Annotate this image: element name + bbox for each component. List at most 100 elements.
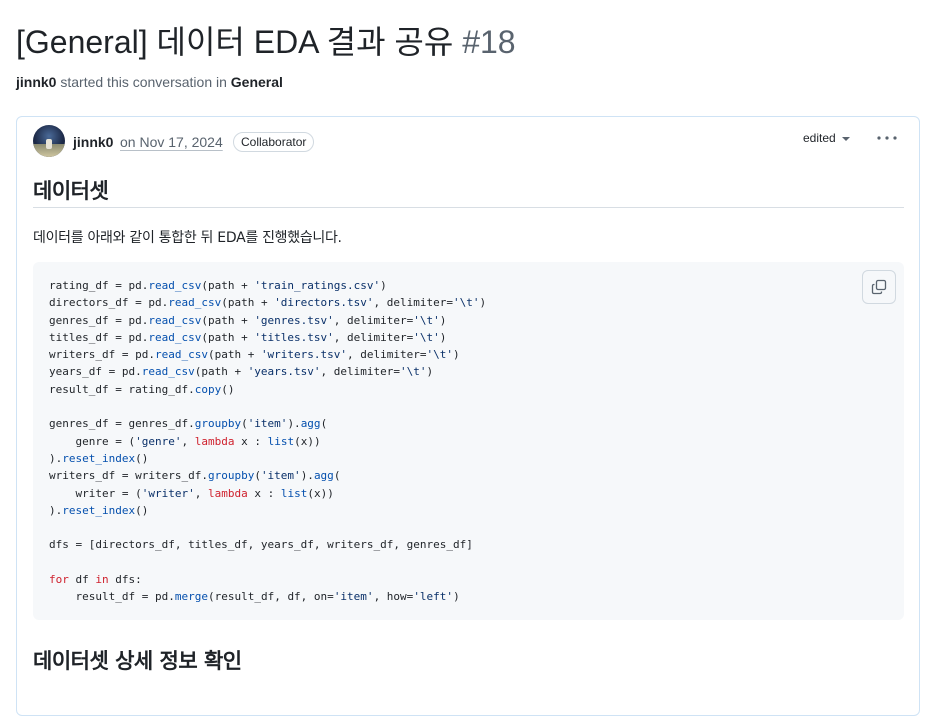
code-token: rating_df = pd. [49, 279, 149, 292]
code-token: ) [453, 590, 460, 604]
byline-text: started this conversation in [56, 74, 231, 90]
code-line: result_df = rating_df.copy() [49, 381, 486, 398]
code-block: rating_df = pd.read_csv(path + 'train_ra… [33, 262, 904, 620]
edited-dropdown[interactable]: edited [803, 131, 850, 145]
code-token: ( [254, 469, 261, 483]
code-token: list [267, 434, 295, 448]
code-token: ) [453, 348, 460, 362]
code-token: , delimiter= [333, 330, 414, 344]
code-line: genre = ('genre', lambda x : list(x)) [49, 433, 486, 450]
code-token: df [68, 573, 96, 587]
code-token: () [221, 382, 235, 396]
code-token: ( [241, 417, 248, 431]
code-token: lambda [207, 486, 248, 500]
code-token: merge [174, 590, 208, 604]
code-token: , delimiter= [373, 296, 454, 310]
section-heading-dataset: 데이터셋 [33, 179, 109, 203]
post-date-link[interactable]: on Nov 17, 2024 [120, 134, 223, 150]
code-token: list [280, 486, 308, 500]
code-token: ). [287, 417, 301, 431]
code-token: () [135, 451, 149, 465]
code-token: , [181, 434, 195, 448]
byline-user-link[interactable]: jinnk0 [16, 74, 56, 90]
code-token: groupby [194, 417, 242, 431]
more-options-button[interactable] [873, 128, 901, 148]
avatar[interactable] [33, 125, 65, 157]
code-token: 'years.tsv' [247, 365, 321, 379]
code-content[interactable]: rating_df = pd.read_csv(path + 'train_ra… [49, 277, 486, 606]
copy-code-button[interactable] [862, 270, 896, 304]
code-token: (path + [201, 330, 255, 344]
discussion-number: #18 [462, 24, 516, 60]
code-token: read_csv [141, 365, 195, 379]
code-token: 'writers.tsv' [260, 348, 348, 362]
chevron-down-icon [841, 137, 850, 141]
code-token: writers_df = pd. [49, 348, 155, 362]
kebab-horizontal-icon [877, 136, 897, 140]
code-line: ).reset_index() [49, 502, 486, 519]
code-token: 'item' [247, 417, 288, 431]
code-token: 'train_ratings.csv' [254, 279, 381, 292]
code-token: , [194, 486, 208, 500]
code-token: ). [49, 503, 63, 517]
code-token: '\t' [400, 365, 427, 379]
code-token: directors_df = pd. [49, 296, 169, 310]
code-token: ( [320, 417, 328, 431]
code-token: titles_df = pd. [49, 330, 149, 344]
code-token: '\t' [413, 313, 440, 327]
code-token: 'titles.tsv' [254, 330, 334, 344]
code-token: '\t' [413, 330, 440, 344]
code-token: ) [439, 330, 447, 344]
code-token: agg [313, 469, 334, 483]
code-token: result_df = pd. [49, 590, 175, 604]
code-line: ).reset_index() [49, 450, 486, 467]
code-line: for df in dfs: [49, 571, 486, 588]
code-token: read_csv [148, 330, 202, 344]
byline-category-link[interactable]: General [231, 74, 283, 90]
code-token: (result_df, df, on= [207, 590, 334, 604]
code-token: writers_df = writers_df. [49, 469, 208, 483]
code-token: , delimiter= [347, 348, 427, 362]
code-token: ) [426, 365, 434, 379]
code-token: writer = ( [49, 486, 142, 500]
code-line: years_df = pd.read_csv(path + 'years.tsv… [49, 363, 486, 380]
code-token: 'item' [260, 469, 301, 483]
code-token: (x)) [294, 434, 321, 448]
discussion-title: [General] 데이터 EDA 결과 공유 [16, 24, 454, 60]
code-token: dfs = [directors_df, titles_df, years_df… [49, 538, 473, 552]
code-token: genres_df = genres_df. [49, 417, 195, 431]
code-token: ). [300, 469, 314, 483]
code-line: rating_df = pd.read_csv(path + 'train_ra… [49, 277, 486, 294]
code-token: years_df = pd. [49, 365, 142, 379]
section-heading-dataset-details: 데이터셋 상세 정보 확인 [33, 649, 242, 673]
collaborator-badge: Collaborator [233, 132, 315, 152]
code-line: dfs = [directors_df, titles_df, years_df… [49, 536, 486, 553]
code-token: read_csv [148, 279, 202, 292]
code-token: (path + [221, 296, 275, 310]
code-token: read_csv [154, 348, 208, 362]
code-token: (path + [207, 348, 261, 362]
code-token: read_csv [168, 296, 222, 310]
code-line: directors_df = pd.read_csv(path + 'direc… [49, 294, 486, 311]
code-token: 'genres.tsv' [254, 313, 334, 327]
code-line: genres_df = pd.read_csv(path + 'genres.t… [49, 312, 486, 329]
code-token: (path + [201, 313, 255, 327]
code-token: lambda [194, 434, 235, 448]
code-token: '\t' [426, 348, 454, 362]
code-token: 'directors.tsv' [274, 296, 374, 310]
code-token: genre = ( [49, 434, 136, 448]
code-token: read_csv [148, 313, 202, 327]
code-token: () [135, 503, 149, 517]
code-token: , delimiter= [333, 313, 414, 327]
edited-label: edited [803, 131, 836, 145]
byline: jinnk0 started this conversation in Gene… [16, 73, 283, 91]
code-token: , how= [373, 590, 414, 604]
code-token: 'item' [333, 590, 374, 604]
code-token: ( [333, 469, 341, 483]
code-line: titles_df = pd.read_csv(path + 'titles.t… [49, 329, 486, 346]
code-token: result_df = rating_df. [49, 382, 195, 396]
page-title: [General] 데이터 EDA 결과 공유 #18 [16, 22, 516, 62]
author-link[interactable]: jinnk0 [73, 134, 113, 150]
